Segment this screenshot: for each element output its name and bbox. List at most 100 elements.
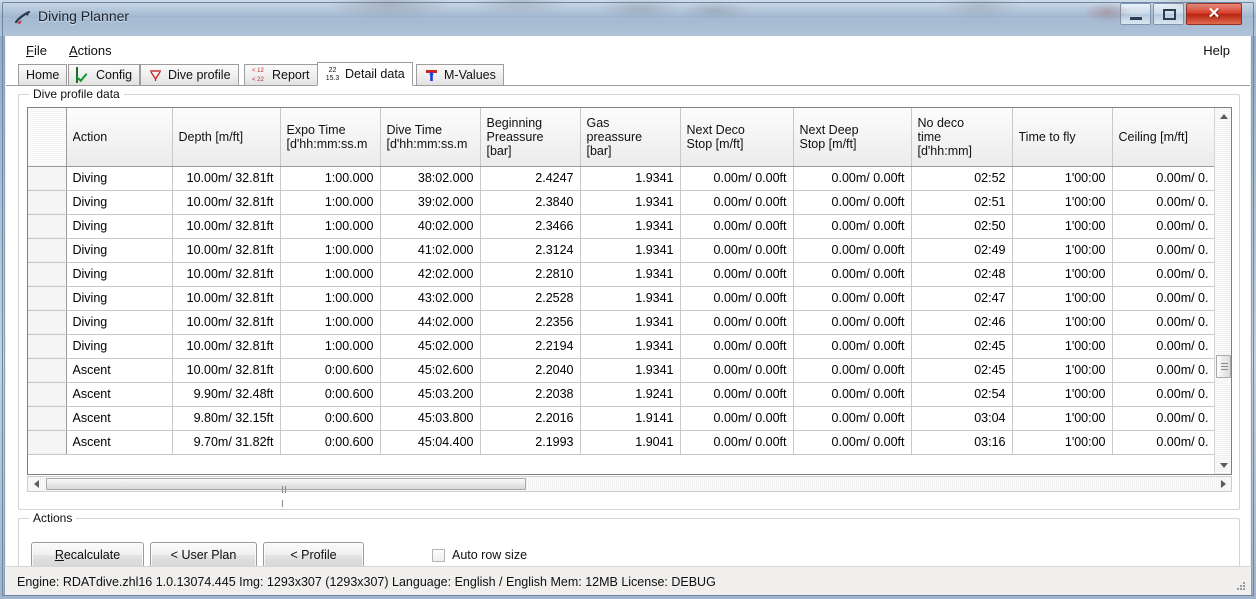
cell-begin_press[interactable]: 2.2528 <box>480 286 581 311</box>
table-row[interactable]: Diving 10.00m/ 32.81ft 1:00.000 41:02.000 2.… <box>28 238 1215 263</box>
table-row[interactable]: Diving 10.00m/ 32.81ft 1:00.000 40:02.000 2.… <box>28 214 1215 239</box>
table-row[interactable]: Diving 10.00m/ 32.81ft 1:00.000 45:02.000 2.… <box>28 334 1215 359</box>
cell-ceiling[interactable]: 0.00m/ 0. <box>1112 358 1215 383</box>
cell-next_deco[interactable]: 0.00m/ 0.00ft <box>680 310 794 335</box>
cell-time_to_fly[interactable]: 1'00:00 <box>1012 310 1113 335</box>
table-row[interactable]: Diving 10.00m/ 32.81ft 1:00.000 39:02.000 2.… <box>28 190 1215 215</box>
cell-expo_time[interactable]: 1:00.000 <box>280 310 381 335</box>
cell-no_deco[interactable]: 02:50 <box>911 214 1013 239</box>
cell-next_deco[interactable]: 0.00m/ 0.00ft <box>680 430 794 455</box>
cell-next_deep[interactable]: 0.00m/ 0.00ft <box>793 430 912 455</box>
cell-no_deco[interactable]: 03:16 <box>911 430 1013 455</box>
cell-dive_time[interactable]: 40:02.000 <box>380 214 481 239</box>
row-header-cell[interactable] <box>28 214 67 239</box>
cell-time_to_fly[interactable]: 1'00:00 <box>1012 286 1113 311</box>
column-header-ceiling[interactable]: Ceiling [m/ft] <box>1112 108 1215 167</box>
table-row[interactable]: Diving 10.00m/ 32.81ft 1:00.000 44:02.000 2.… <box>28 310 1215 335</box>
cell-expo_time[interactable]: 1:00.000 <box>280 262 381 287</box>
menu-item-help[interactable]: Help <box>1197 42 1236 59</box>
cell-expo_time[interactable]: 0:00.600 <box>280 406 381 431</box>
cell-action[interactable]: Diving <box>66 214 173 239</box>
cell-ceiling[interactable]: 0.00m/ 0. <box>1112 190 1215 215</box>
cell-no_deco[interactable]: 02:45 <box>911 358 1013 383</box>
user-plan-button[interactable]: < User Plan <box>150 542 257 568</box>
cell-next_deep[interactable]: 0.00m/ 0.00ft <box>793 238 912 263</box>
cell-action[interactable]: Diving <box>66 190 173 215</box>
cell-depth[interactable]: 9.70m/ 31.82ft <box>172 430 281 455</box>
cell-dive_time[interactable]: 45:03.200 <box>380 382 481 407</box>
cell-begin_press[interactable]: 2.3124 <box>480 238 581 263</box>
row-header-cell[interactable] <box>28 406 67 431</box>
cell-action[interactable]: Diving <box>66 166 173 191</box>
cell-gas_press[interactable]: 1.9041 <box>580 430 681 455</box>
table-row[interactable]: Ascent 9.80m/ 32.15ft 0:00.600 45:03.800 2.2… <box>28 406 1215 431</box>
cell-dive_time[interactable]: 43:02.000 <box>380 286 481 311</box>
dive-profile-data-grid[interactable]: Action Depth [m/ft] Expo Time [d'hh:mm:ss.m… <box>27 107 1232 475</box>
cell-next_deco[interactable]: 0.00m/ 0.00ft <box>680 406 794 431</box>
cell-time_to_fly[interactable]: 1'00:00 <box>1012 190 1113 215</box>
cell-depth[interactable]: 10.00m/ 32.81ft <box>172 214 281 239</box>
tab-dive-profile[interactable]: Dive profile <box>140 64 239 86</box>
menu-item-actions[interactable]: Actions <box>63 42 118 59</box>
row-header-cell[interactable] <box>28 286 67 311</box>
cell-gas_press[interactable]: 1.9141 <box>580 406 681 431</box>
scroll-left-arrow-icon[interactable] <box>28 477 44 491</box>
cell-depth[interactable]: 10.00m/ 32.81ft <box>172 334 281 359</box>
cell-expo_time[interactable]: 1:00.000 <box>280 214 381 239</box>
cell-gas_press[interactable]: 1.9341 <box>580 262 681 287</box>
cell-begin_press[interactable]: 2.3840 <box>480 190 581 215</box>
cell-next_deco[interactable]: 0.00m/ 0.00ft <box>680 190 794 215</box>
row-header-cell[interactable] <box>28 382 67 407</box>
cell-depth[interactable]: 10.00m/ 32.81ft <box>172 262 281 287</box>
cell-action[interactable]: Diving <box>66 334 173 359</box>
cell-time_to_fly[interactable]: 1'00:00 <box>1012 334 1113 359</box>
cell-depth[interactable]: 10.00m/ 32.81ft <box>172 238 281 263</box>
cell-gas_press[interactable]: 1.9241 <box>580 382 681 407</box>
cell-no_deco[interactable]: 02:45 <box>911 334 1013 359</box>
cell-no_deco[interactable]: 02:46 <box>911 310 1013 335</box>
cell-depth[interactable]: 10.00m/ 32.81ft <box>172 310 281 335</box>
cell-begin_press[interactable]: 2.2040 <box>480 358 581 383</box>
vertical-scrollbar[interactable] <box>1214 108 1231 474</box>
menu-item-file[interactable]: File <box>20 42 53 59</box>
cell-dive_time[interactable]: 39:02.000 <box>380 190 481 215</box>
cell-action[interactable]: Diving <box>66 262 173 287</box>
column-header-gas_press[interactable]: Gas preassure [bar] <box>580 108 681 167</box>
column-header-dive_time[interactable]: Dive Time [d'hh:mm:ss.m <box>380 108 481 167</box>
cell-gas_press[interactable]: 1.9341 <box>580 334 681 359</box>
column-header-begin_press[interactable]: Beginning Preassure [bar] <box>480 108 581 167</box>
cell-ceiling[interactable]: 0.00m/ 0. <box>1112 286 1215 311</box>
column-header-action[interactable]: Action <box>66 108 173 167</box>
cell-time_to_fly[interactable]: 1'00:00 <box>1012 406 1113 431</box>
cell-action[interactable]: Ascent <box>66 358 173 383</box>
scroll-right-arrow-icon[interactable] <box>1215 477 1231 491</box>
column-header-depth[interactable]: Depth [m/ft] <box>172 108 281 167</box>
cell-next_deco[interactable]: 0.00m/ 0.00ft <box>680 214 794 239</box>
cell-time_to_fly[interactable]: 1'00:00 <box>1012 358 1113 383</box>
cell-ceiling[interactable]: 0.00m/ 0. <box>1112 238 1215 263</box>
cell-no_deco[interactable]: 02:52 <box>911 166 1013 191</box>
cell-expo_time[interactable]: 1:00.000 <box>280 238 381 263</box>
row-header-cell[interactable] <box>28 430 67 455</box>
cell-next_deep[interactable]: 0.00m/ 0.00ft <box>793 214 912 239</box>
cell-ceiling[interactable]: 0.00m/ 0. <box>1112 262 1215 287</box>
cell-dive_time[interactable]: 44:02.000 <box>380 310 481 335</box>
cell-depth[interactable]: 10.00m/ 32.81ft <box>172 358 281 383</box>
cell-no_deco[interactable]: 02:54 <box>911 382 1013 407</box>
cell-dive_time[interactable]: 41:02.000 <box>380 238 481 263</box>
cell-next_deep[interactable]: 0.00m/ 0.00ft <box>793 382 912 407</box>
cell-time_to_fly[interactable]: 1'00:00 <box>1012 166 1113 191</box>
cell-gas_press[interactable]: 1.9341 <box>580 214 681 239</box>
cell-begin_press[interactable]: 2.2194 <box>480 334 581 359</box>
column-header-next_deep[interactable]: Next Deep Stop [m/ft] <box>793 108 912 167</box>
cell-no_deco[interactable]: 03:04 <box>911 406 1013 431</box>
cell-begin_press[interactable]: 2.3466 <box>480 214 581 239</box>
profile-button[interactable]: < Profile <box>263 542 364 568</box>
cell-time_to_fly[interactable]: 1'00:00 <box>1012 382 1113 407</box>
cell-next_deep[interactable]: 0.00m/ 0.00ft <box>793 190 912 215</box>
cell-next_deco[interactable]: 0.00m/ 0.00ft <box>680 262 794 287</box>
cell-begin_press[interactable]: 2.4247 <box>480 166 581 191</box>
cell-time_to_fly[interactable]: 1'00:00 <box>1012 262 1113 287</box>
cell-action[interactable]: Diving <box>66 238 173 263</box>
cell-gas_press[interactable]: 1.9341 <box>580 310 681 335</box>
